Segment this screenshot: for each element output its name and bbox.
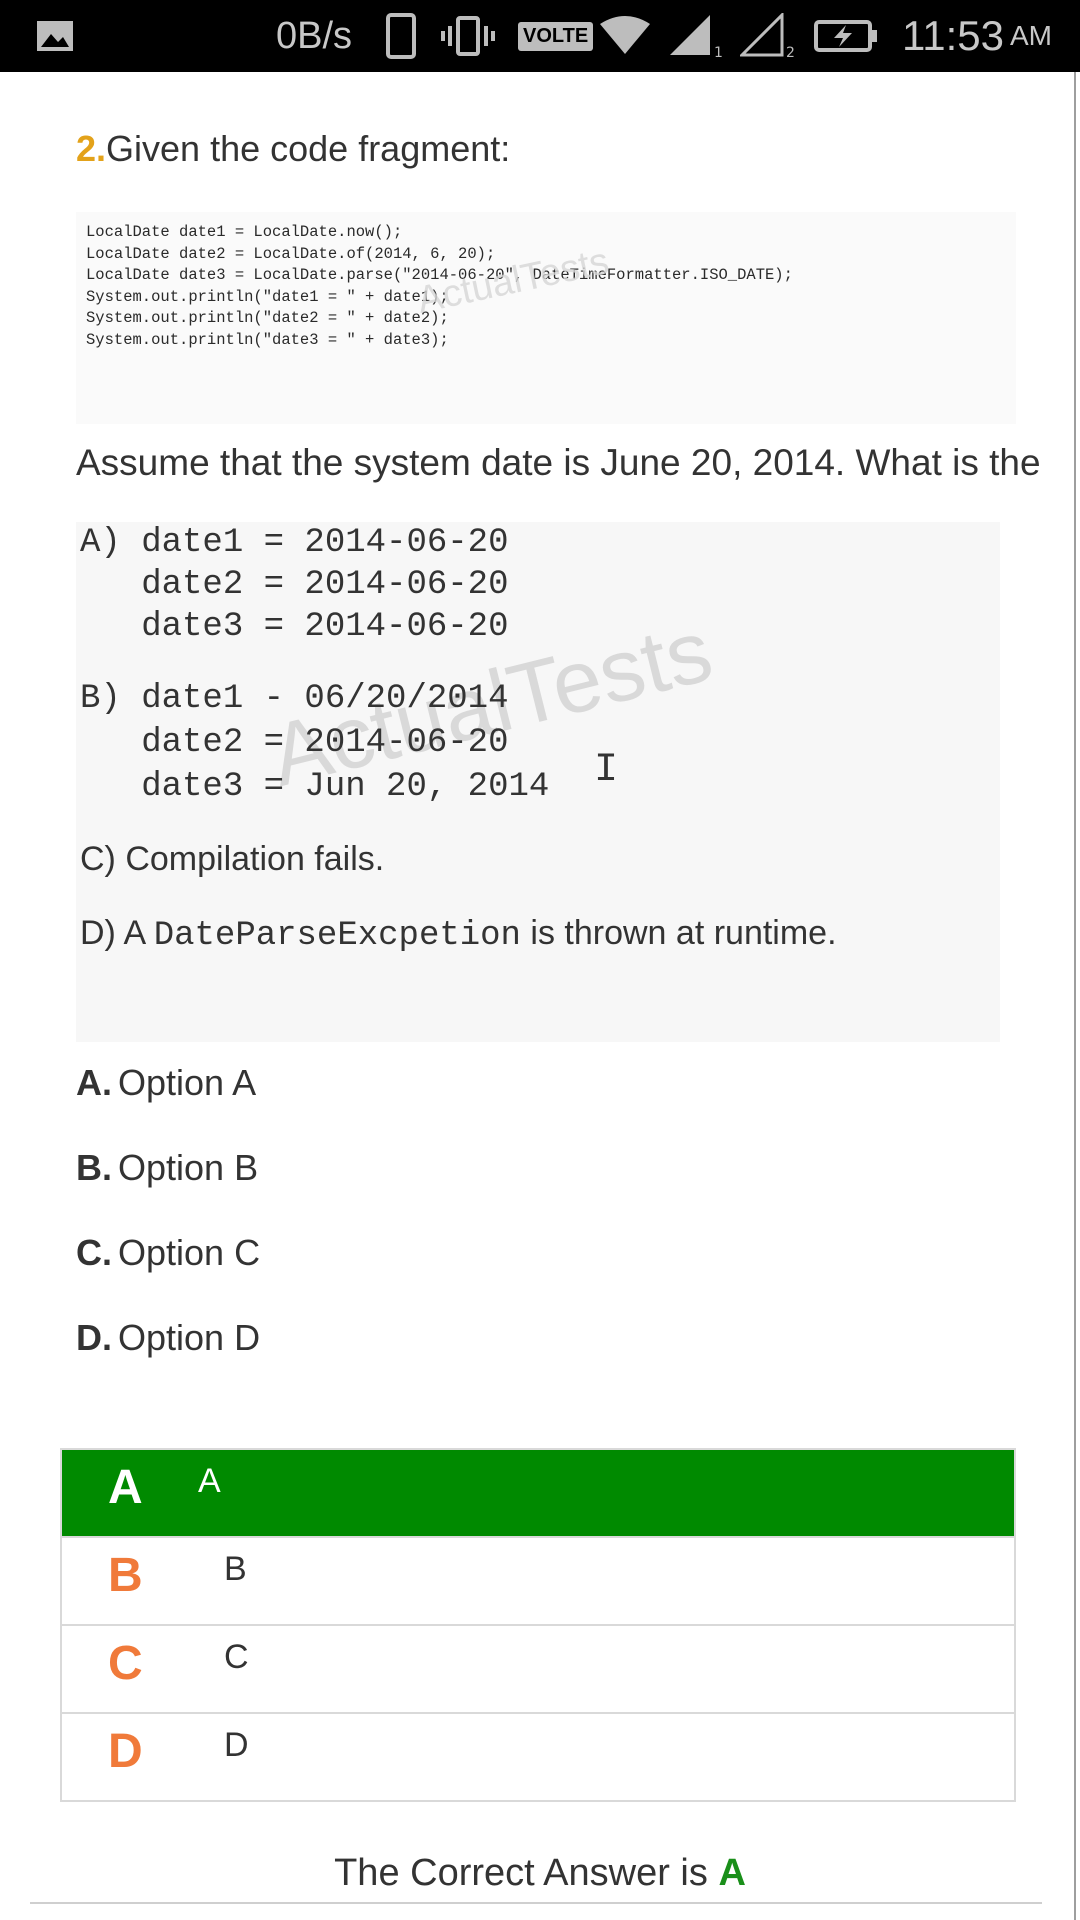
question-number: 2. bbox=[76, 128, 107, 169]
choice-text: D bbox=[224, 1726, 249, 1764]
status-bar: 0B/s VOLTE 1 2 11:53 AM bbox=[0, 0, 1080, 72]
answer-text: Option B bbox=[118, 1147, 259, 1188]
answer-option-d[interactable]: D. Option D bbox=[76, 1317, 260, 1359]
choice-text: A bbox=[198, 1462, 221, 1500]
choice-table: A A B B C C D D bbox=[60, 1448, 1016, 1802]
code-line: System.out.println("date3 = " + date3); bbox=[86, 330, 449, 349]
choice-row-a[interactable]: A A bbox=[62, 1450, 1014, 1538]
code-fragment-image: LocalDate date1 = LocalDate.now(); Local… bbox=[76, 212, 1016, 424]
answer-letter: C. bbox=[76, 1232, 112, 1273]
option-d-suffix: is thrown at runtime. bbox=[520, 914, 837, 952]
options-image: ActualTests A) date1 = 2014-06-20 date2 … bbox=[76, 522, 1000, 1042]
choice-text: B bbox=[224, 1550, 247, 1588]
code-line: System.out.println("date2 = " + date2); bbox=[86, 309, 449, 327]
choice-row-c[interactable]: C C bbox=[62, 1626, 1014, 1714]
option-d-line: D) A DateParseExcpetion is thrown at run… bbox=[80, 914, 837, 955]
option-a-line: A) date1 = 2014-06-20 bbox=[80, 524, 509, 562]
question-title-text: Given the code fragment: bbox=[106, 128, 511, 169]
choice-letter: C bbox=[108, 1637, 143, 1690]
answer-option-a[interactable]: A. Option A bbox=[76, 1062, 256, 1104]
wifi-icon bbox=[600, 0, 650, 72]
option-b-line: date2 = 2014-06-20 bbox=[80, 724, 509, 762]
battery-charging-icon bbox=[814, 0, 880, 72]
correct-answer-line: The Correct Answer is A bbox=[0, 1852, 1080, 1895]
answer-letter: B. bbox=[76, 1147, 112, 1188]
clock-ampm: AM bbox=[1010, 20, 1052, 51]
choice-letter: B bbox=[108, 1549, 143, 1602]
correct-answer-label: The Correct Answer is bbox=[334, 1852, 719, 1894]
option-d-prefix: D) A bbox=[80, 914, 154, 952]
answer-letter: D. bbox=[76, 1317, 112, 1358]
choice-text: C bbox=[224, 1638, 249, 1676]
divider bbox=[30, 1902, 1042, 1904]
option-d-code: DateParseExcpetion bbox=[153, 917, 521, 955]
option-b-line: date3 = Jun 20, 2014 bbox=[80, 768, 550, 806]
answer-text: Option A bbox=[118, 1062, 257, 1103]
clock-time: 11:53 bbox=[902, 12, 1004, 59]
network-speed: 0B/s bbox=[276, 14, 353, 57]
answer-text: Option C bbox=[118, 1232, 261, 1273]
choice-row-d[interactable]: D D bbox=[62, 1714, 1014, 1800]
option-b-line: B) date1 - 06/20/2014 bbox=[80, 680, 509, 718]
sim1-label: 1 bbox=[714, 45, 723, 59]
question-page: 2.Given the code fragment: LocalDate dat… bbox=[0, 72, 1080, 1920]
vibrate-icon bbox=[440, 0, 496, 72]
choice-row-b[interactable]: B B bbox=[62, 1538, 1014, 1626]
option-c-line: C) Compilation fails. bbox=[80, 840, 385, 878]
signal-icon: 1 bbox=[668, 0, 728, 72]
gallery-icon bbox=[36, 0, 74, 72]
choice-letter: D bbox=[108, 1725, 143, 1778]
code-line: LocalDate date1 = LocalDate.now(); bbox=[86, 223, 403, 241]
text-cursor-icon: I bbox=[594, 748, 619, 793]
question-prompt: Assume that the system date is June 20, … bbox=[76, 442, 1041, 483]
answer-option-b[interactable]: B. Option B bbox=[76, 1147, 258, 1189]
volte-icon: VOLTE bbox=[518, 0, 594, 72]
answer-option-c[interactable]: C. Option C bbox=[76, 1232, 260, 1274]
answer-text: Option D bbox=[118, 1317, 261, 1358]
answer-letter: A. bbox=[76, 1062, 112, 1103]
question-title: 2.Given the code fragment: bbox=[76, 128, 510, 170]
clock: 11:53 AM bbox=[902, 0, 1052, 72]
choice-letter: A bbox=[108, 1461, 143, 1514]
phone-icon bbox=[386, 0, 416, 72]
option-a-line: date2 = 2014-06-20 bbox=[80, 566, 509, 604]
sim2-label: 2 bbox=[786, 45, 795, 59]
option-a-line: date3 = 2014-06-20 bbox=[80, 608, 509, 646]
signal-icon: 2 bbox=[740, 0, 800, 72]
correct-answer-value: A bbox=[718, 1852, 746, 1894]
